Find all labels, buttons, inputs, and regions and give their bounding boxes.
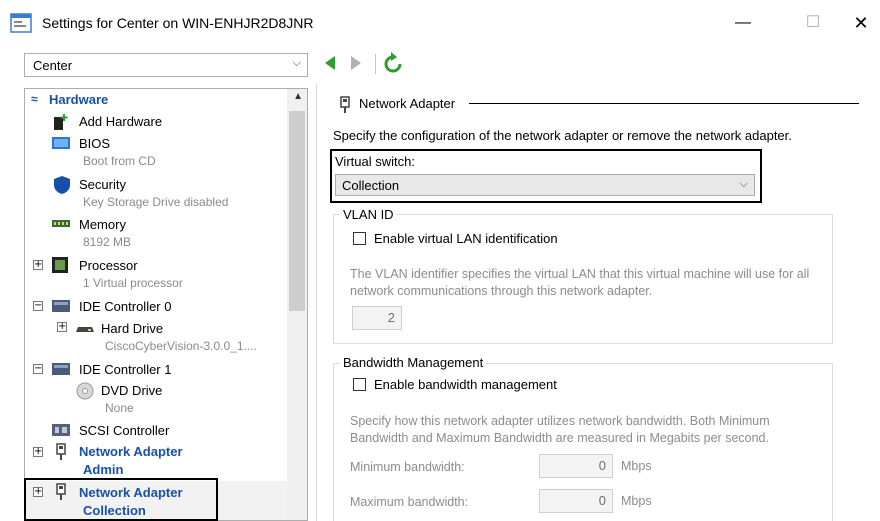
vm-selector-dropdown[interactable]: Center ⌵ [24, 53, 308, 77]
maximize-button[interactable]: ☐ [790, 8, 836, 38]
max-bandwidth-input[interactable]: 0 [539, 489, 613, 513]
max-bandwidth-unit: Mbps [621, 494, 652, 508]
vlan-group-title: VLAN ID [340, 207, 397, 222]
hard-drive-icon [76, 327, 94, 332]
selected-item-outline [24, 478, 218, 521]
bandwidth-help-line-2: Bandwidth and Maximum Bandwidth are meas… [350, 431, 769, 445]
hardware-tree[interactable]: ≈ Hardware Add Hardware BIOS Boot from C… [24, 88, 308, 521]
bios-icon [52, 137, 70, 149]
min-bandwidth-input[interactable]: 0 [539, 454, 613, 478]
chevron-down-icon: ⌵ [292, 57, 301, 69]
toolbar-separator [375, 54, 376, 74]
settings-panel: Network Adapter Specify the configuratio… [316, 84, 880, 521]
tree-scrollbar[interactable]: ▲ [287, 89, 307, 520]
dvd-drive-icon [76, 382, 94, 400]
scroll-thumb[interactable] [289, 111, 305, 311]
tree-item-memory-detail: 8192 MB [83, 235, 132, 249]
minimize-button[interactable]: — [720, 8, 766, 38]
add-hardware-icon [54, 114, 68, 130]
tree-item-hard-drive-detail: CiscoCyberVision-3.0.0_1.... [105, 339, 257, 353]
tree-item-memory[interactable]: Memory [79, 217, 126, 232]
tree-item-dvd-drive-detail: None [105, 401, 134, 415]
vlan-enable-label[interactable]: Enable virtual LAN identification [374, 231, 558, 246]
max-bandwidth-label: Maximum bandwidth: [350, 495, 469, 509]
forward-arrow-icon[interactable] [351, 56, 361, 70]
collapse-ide-controller-0-icon[interactable]: − [33, 301, 43, 311]
tree-item-hard-drive[interactable]: Hard Drive [101, 321, 163, 336]
tree-item-network-adapter-admin[interactable]: Network Adapter [79, 444, 183, 459]
vm-selector-value: Center [33, 58, 73, 73]
bandwidth-group-title: Bandwidth Management [340, 355, 487, 370]
tree-item-dvd-drive[interactable]: DVD Drive [101, 383, 162, 398]
min-bandwidth-label: Minimum bandwidth: [350, 460, 465, 474]
title-bar: Settings for Center on WIN-ENHJR2D8JNR —… [0, 0, 880, 44]
memory-icon [52, 220, 70, 227]
tree-item-add-hardware[interactable]: Add Hardware [79, 114, 162, 129]
vlan-help-line-2: network communications through this netw… [350, 284, 653, 298]
expand-processor-icon[interactable]: + [33, 260, 43, 270]
tree-item-bios[interactable]: BIOS [79, 136, 110, 151]
vlan-enable-checkbox[interactable] [353, 232, 366, 245]
collapse-ide-controller-1-icon[interactable]: − [33, 364, 43, 374]
network-adapter-icon [56, 443, 66, 460]
network-adapter-icon [340, 96, 350, 113]
tree-item-scsi-controller[interactable]: SCSI Controller [79, 423, 169, 438]
ide-controller-icon [52, 300, 70, 312]
bandwidth-help-line-1: Specify how this network adapter utilize… [350, 414, 770, 428]
panel-description: Specify the configuration of the network… [333, 128, 792, 143]
tree-item-ide-controller-0[interactable]: IDE Controller 0 [79, 299, 171, 314]
tree-item-processor[interactable]: Processor [79, 258, 138, 273]
hardware-header: Hardware [49, 92, 109, 107]
bandwidth-enable-checkbox[interactable] [353, 378, 366, 391]
refresh-icon[interactable] [383, 52, 403, 74]
virtual-switch-outline [330, 149, 762, 203]
back-arrow-icon[interactable] [325, 56, 335, 70]
section-title: Network Adapter [359, 96, 456, 111]
vlan-id-input[interactable]: 2 [352, 306, 402, 330]
tree-item-security[interactable]: Security [79, 177, 126, 192]
scroll-up-arrow-icon[interactable]: ▲ [293, 91, 303, 102]
collapse-section-icon[interactable]: ≈ [31, 92, 38, 106]
vlan-help-line-1: The VLAN identifier specifies the virtua… [350, 267, 810, 281]
close-button[interactable]: ✕ [838, 8, 880, 38]
settings-window-icon [10, 13, 32, 33]
tree-item-ide-controller-1[interactable]: IDE Controller 1 [79, 362, 171, 377]
tree-item-network-adapter-admin-detail: Admin [83, 462, 124, 477]
tree-item-processor-detail: 1 Virtual processor [83, 276, 183, 290]
tree-item-bios-detail: Boot from CD [83, 154, 156, 168]
window-title: Settings for Center on WIN-ENHJR2D8JNR [42, 15, 314, 31]
processor-icon [52, 257, 68, 273]
section-divider [469, 103, 859, 104]
shield-icon [54, 176, 70, 194]
tree-item-security-detail: Key Storage Drive disabled [83, 195, 229, 209]
bandwidth-enable-label[interactable]: Enable bandwidth management [374, 377, 557, 392]
ide-controller-icon [52, 363, 70, 375]
min-bandwidth-unit: Mbps [621, 459, 652, 473]
expand-hard-drive-icon[interactable]: + [57, 322, 67, 332]
scsi-controller-icon [52, 424, 70, 436]
expand-network-adapter-admin-icon[interactable]: + [33, 447, 43, 457]
